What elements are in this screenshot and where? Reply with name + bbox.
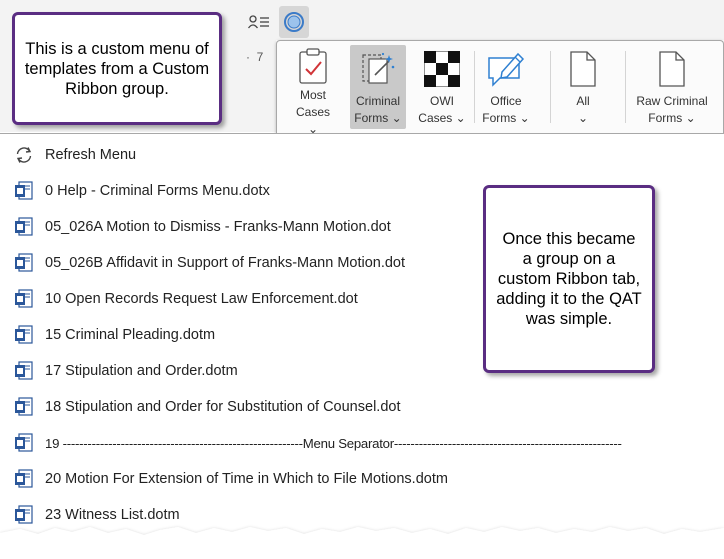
criminal-forms-label: Criminal Forms ⌄	[354, 93, 401, 127]
label-line1: Office	[490, 94, 522, 108]
callout-qat: Once this became a group on a custom Rib…	[483, 185, 655, 373]
most-cases-label: Most Cases ⌄	[291, 87, 335, 138]
ruler-marker: · 7	[246, 50, 263, 64]
all-label: All ⌄	[576, 93, 589, 127]
qat-custom-menu-button[interactable]	[279, 6, 309, 38]
checkered-flag-icon	[424, 47, 460, 91]
word-template-icon	[14, 253, 34, 273]
menu-item-label: 20 Motion For Extension of Time in Which…	[45, 471, 448, 487]
raw-criminal-forms-button[interactable]: Raw Criminal Forms ⌄	[631, 45, 713, 129]
menu-item-refresh[interactable]: Refresh Menu	[0, 137, 724, 173]
owi-cases-label: OWI Cases ⌄	[418, 93, 465, 127]
circle-icon	[284, 12, 304, 32]
menu-item-label: 18 Stipulation and Order for Substitutio…	[45, 399, 401, 415]
word-template-icon	[14, 325, 34, 345]
label-line1: Most	[299, 88, 326, 102]
label-line2: Forms ⌄	[354, 111, 402, 125]
ribbon-separator	[474, 51, 475, 123]
word-template-icon	[14, 433, 34, 453]
speech-pencil-icon	[486, 47, 526, 91]
office-forms-button[interactable]: Office Forms ⌄	[480, 45, 532, 129]
office-forms-label: Office Forms ⌄	[482, 93, 529, 127]
menu-item-label: Refresh Menu	[45, 147, 137, 163]
word-template-icon	[14, 181, 34, 201]
ribbon-separator	[625, 51, 626, 123]
word-template-icon	[14, 217, 34, 237]
callout-text: This is a custom menu of templates from …	[24, 39, 210, 98]
raw-criminal-forms-label: Raw Criminal Forms ⌄	[636, 93, 707, 127]
ruler-dot: ·	[246, 50, 257, 64]
word-template-icon	[14, 289, 34, 309]
forms-wand-icon	[359, 47, 397, 91]
most-cases-button[interactable]: Most Cases ⌄	[291, 45, 335, 136]
menu-item-label: 05_026B Affidavit in Support of Franks-M…	[45, 255, 406, 271]
menu-item-separator[interactable]: 19 -------------------------------------…	[0, 425, 724, 461]
menu-item-label: 05_026A Motion to Dismiss - Franks-Mann …	[45, 219, 391, 235]
person-list-icon	[248, 15, 269, 29]
menu-item-label: 17 Stipulation and Order.dotm	[45, 363, 238, 379]
label-line2: Cases ⌄	[418, 111, 466, 125]
label-line1: All	[576, 94, 590, 108]
document-icon	[568, 47, 598, 91]
menu-item-template[interactable]: 18 Stipulation and Order for Substitutio…	[0, 389, 724, 425]
label-line2: Forms ⌄	[648, 111, 696, 125]
torn-edge	[0, 527, 724, 559]
label-line1: OWI	[430, 94, 454, 108]
menu-item-label: 10 Open Records Request Law Enforcement.…	[45, 291, 358, 307]
ribbon-separator	[550, 51, 551, 123]
word-template-icon	[14, 361, 34, 381]
refresh-icon	[14, 145, 34, 165]
criminal-forms-button[interactable]: Criminal Forms ⌄	[350, 45, 406, 129]
qat-contacts-button[interactable]	[244, 6, 274, 38]
all-button[interactable]: All ⌄	[563, 45, 603, 129]
ruler-number: 7	[256, 50, 264, 64]
label-line2: Forms ⌄	[482, 111, 530, 125]
callout-text: Once this became a group on a custom Rib…	[496, 230, 642, 328]
label-line1: Raw Criminal	[636, 94, 708, 108]
menu-item-label: 15 Criminal Pleading.dotm	[45, 327, 216, 343]
menu-item-label: 19 -------------------------------------…	[45, 435, 622, 451]
label-line2: ⌄	[577, 111, 589, 125]
custom-ribbon-group: Most Cases ⌄ Criminal Forms ⌄ OWI Cases …	[276, 40, 724, 136]
document-icon	[657, 47, 687, 91]
torn-paper	[0, 527, 724, 559]
word-template-icon	[14, 469, 34, 489]
callout-custom-menu: This is a custom menu of templates from …	[12, 12, 222, 125]
menu-item-template[interactable]: 20 Motion For Extension of Time in Which…	[0, 461, 724, 497]
label-line1: Criminal	[355, 94, 400, 108]
word-template-icon	[14, 397, 34, 417]
clipboard-check-icon	[297, 47, 329, 85]
owi-cases-button[interactable]: OWI Cases ⌄	[417, 45, 467, 129]
menu-item-label: 0 Help - Criminal Forms Menu.dotx	[45, 183, 270, 199]
